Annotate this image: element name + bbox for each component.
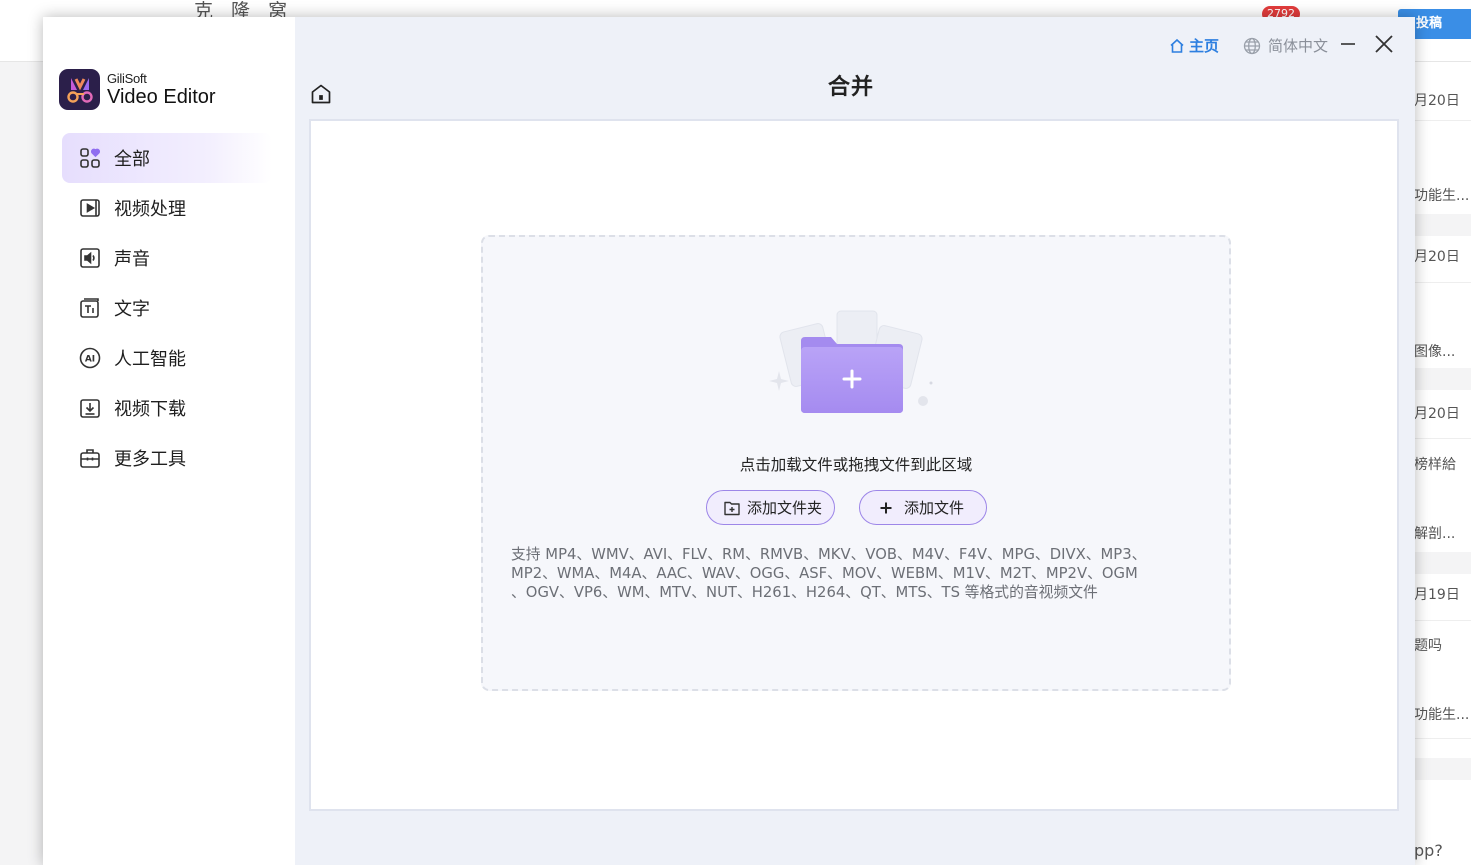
feed-item[interactable]: 月20日 xyxy=(1414,90,1460,110)
feed-item[interactable]: 月20日 xyxy=(1414,403,1460,423)
grid-heart-icon xyxy=(79,147,101,169)
add-file-label: 添加文件 xyxy=(904,499,965,517)
feed-item[interactable]: 图像... xyxy=(1414,341,1455,361)
add-file-button[interactable]: 添加文件 xyxy=(859,490,988,525)
background-feed-column: 月20日 功能生... 月20日 图像... 月20日 榜样給 解剖... 月1… xyxy=(1414,62,1471,865)
sidebar-item-text[interactable]: 文字 xyxy=(62,283,272,333)
video-play-icon xyxy=(79,197,101,219)
main-area: 主页 简体中文 合并 点击加载文件或拖拽文件到此区域 添加文件夹 添加文件 支持… xyxy=(295,17,1415,865)
ai-icon: AI xyxy=(79,347,101,369)
home-link-label: 主页 xyxy=(1189,37,1220,55)
svg-text:AI: AI xyxy=(85,355,95,365)
add-buttons: 添加文件夹 添加文件 xyxy=(706,490,988,525)
sidebar-item-video-processing[interactable]: 视频处理 xyxy=(62,183,272,233)
sidebar-item-video-download[interactable]: 视频下载 xyxy=(62,383,272,433)
sidebar-item-all[interactable]: 全部 xyxy=(62,133,272,183)
folder-add-illustration-icon xyxy=(769,310,933,413)
sidebar-item-ai[interactable]: AI 人工智能 xyxy=(62,333,272,383)
minimize-button[interactable] xyxy=(1337,33,1359,55)
page-title: 合并 xyxy=(827,75,874,100)
brand-product: Video Editor xyxy=(107,86,216,108)
folder-plus-icon xyxy=(724,501,740,515)
close-button[interactable] xyxy=(1372,32,1396,56)
feed-item[interactable]: 功能生... xyxy=(1414,185,1469,205)
sidebar-item-label: 声音 xyxy=(114,249,150,270)
drop-zone[interactable]: 点击加载文件或拖拽文件到此区域 添加文件夹 添加文件 支持 MP4、WMV、AV… xyxy=(481,235,1231,691)
text-icon xyxy=(79,297,101,319)
feed-item[interactable]: 榜样給 xyxy=(1414,454,1456,474)
language-label: 简体中文 xyxy=(1268,37,1329,55)
sidebar-nav: 全部 视频处理 声音 文字 AI 人工智能 视频下载 更多工具 xyxy=(62,133,272,483)
sidebar-item-label: 全部 xyxy=(114,149,150,170)
toolbox-icon xyxy=(79,447,101,469)
feed-item[interactable]: 月20日 xyxy=(1414,246,1460,266)
feed-item[interactable]: pp? xyxy=(1414,841,1443,860)
formats-line: 支持 MP4、WMV、AVI、FLV、RM、RMVB、MKV、VOB、M4V、F… xyxy=(511,546,1147,563)
formats-line: MP2、WMA、M4A、AAC、WAV、OGG、ASF、MOV、WEBM、M1V… xyxy=(511,565,1138,582)
supported-formats: 支持 MP4、WMV、AVI、FLV、RM、RMVB、MKV、VOB、M4V、F… xyxy=(511,545,1161,602)
home-icon xyxy=(1170,38,1184,53)
language-selector[interactable]: 简体中文 xyxy=(1243,35,1328,56)
plus-icon xyxy=(880,502,892,513)
add-folder-button[interactable]: 添加文件夹 xyxy=(706,490,836,525)
sidebar-item-label: 更多工具 xyxy=(114,449,186,470)
app-window: GiliSoft Video Editor 全部 视频处理 声音 文字 AI 人… xyxy=(43,17,1415,865)
drop-hint: 点击加载文件或拖拽文件到此区域 xyxy=(739,456,973,474)
formats-line: 、OGV、VP6、WM、MTV、NUT、H261、H264、QT、MTS、TS … xyxy=(511,584,1098,601)
post-button-label: 投稿 xyxy=(1416,16,1443,31)
sidebar-item-label: 人工智能 xyxy=(114,349,186,370)
feed-item[interactable]: 月19日 xyxy=(1414,584,1460,604)
feed-item[interactable]: 功能生... xyxy=(1414,704,1469,724)
feed-item[interactable]: 解剖... xyxy=(1414,523,1455,543)
close-icon xyxy=(1375,35,1393,53)
app-logo-icon xyxy=(59,69,100,110)
sidebar: GiliSoft Video Editor 全部 视频处理 声音 文字 AI 人… xyxy=(43,17,295,865)
add-folder-label: 添加文件夹 xyxy=(747,499,823,517)
sidebar-item-more-tools[interactable]: 更多工具 xyxy=(62,433,272,483)
download-icon xyxy=(79,397,101,419)
home-link[interactable]: 主页 xyxy=(1169,35,1219,56)
speaker-icon xyxy=(79,247,101,269)
content-panel: 点击加载文件或拖拽文件到此区域 添加文件夹 添加文件 支持 MP4、WMV、AV… xyxy=(309,119,1399,811)
globe-icon xyxy=(1243,37,1261,54)
feed-item[interactable]: 题吗 xyxy=(1414,635,1442,655)
sidebar-item-label: 视频下载 xyxy=(114,399,186,420)
sidebar-item-label: 文字 xyxy=(114,299,150,320)
brand-company: GiliSoft xyxy=(107,71,147,86)
sidebar-item-audio[interactable]: 声音 xyxy=(62,233,272,283)
sidebar-item-label: 视频处理 xyxy=(114,199,186,220)
brand: GiliSoft Video Editor xyxy=(59,69,216,110)
minimize-icon xyxy=(1341,43,1355,45)
